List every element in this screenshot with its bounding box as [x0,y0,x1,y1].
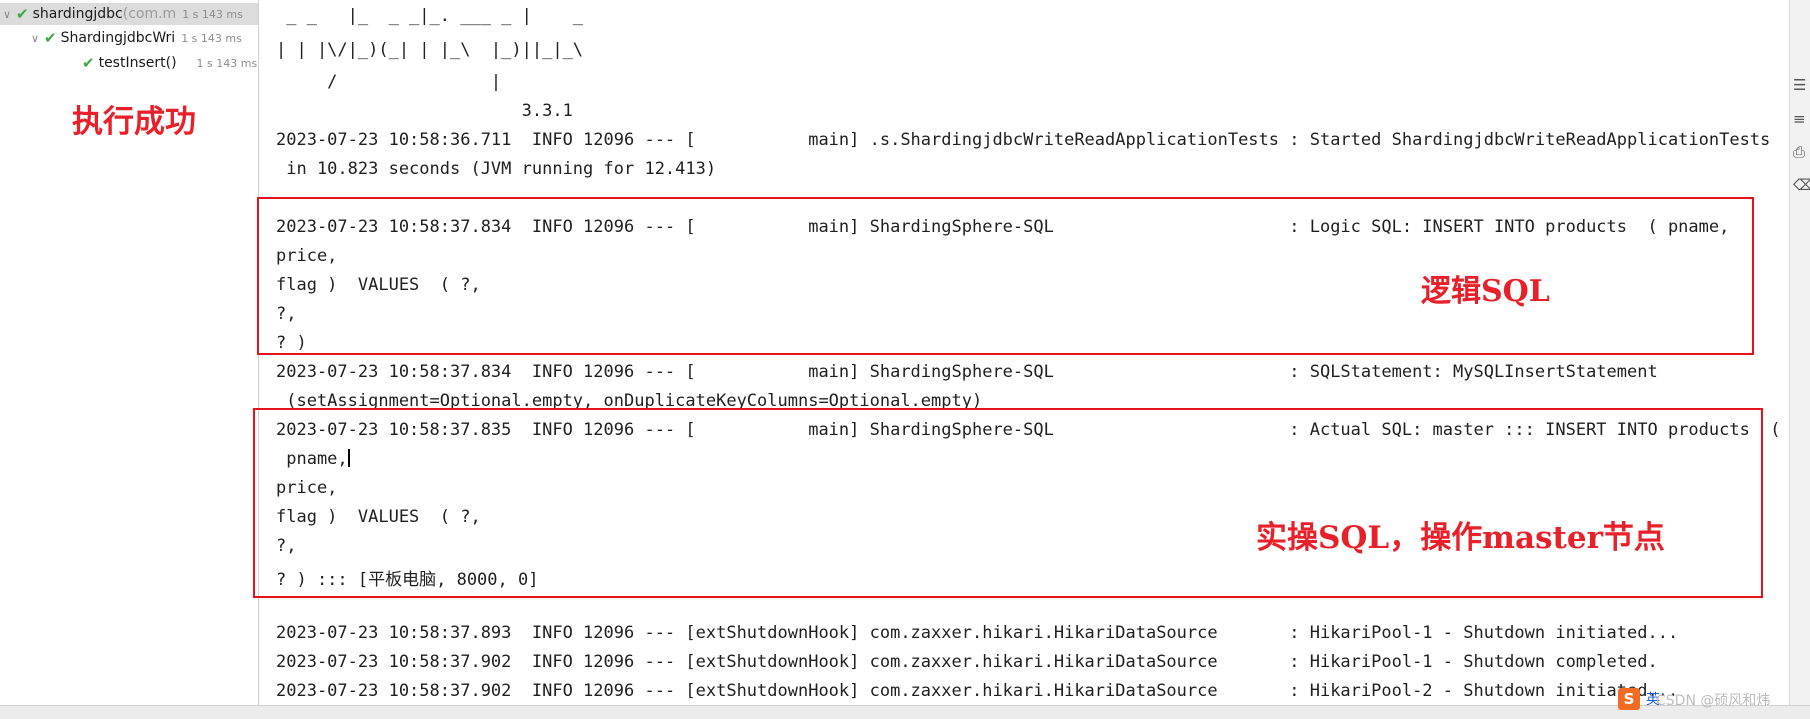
scroll-to-end-icon[interactable]: ≡ [1793,110,1806,128]
tree-item-duration: 1 s 143 ms [182,7,243,21]
console-line: _ _ |_ _ _|_. ___ _ | _ [276,6,584,26]
tree-item-class[interactable]: ∨ ✔ ShardingjdbcWri 1 s 143 ms [28,27,242,49]
console-line: 2023-07-23 10:58:37.902 INFO 12096 --- [… [276,681,1679,701]
console-line: 2023-07-23 10:58:37.893 INFO 12096 --- [… [276,623,1679,643]
tree-item-label: shardingjdbc [32,6,123,22]
tree-item-package: (com.m [122,6,177,22]
annotation-success: 执行成功 [72,104,196,140]
print-icon[interactable]: ⎙ [1793,143,1805,161]
highlight-box-actual-sql [253,408,1763,598]
console-line: | | |\/|_)(_| | |_\ |_)||_|_\ [276,40,584,60]
tree-item-method[interactable]: ✔ testInsert() 1 s 143 ms [80,52,257,74]
status-bar [0,705,1810,719]
check-icon: ✔ [82,54,95,72]
check-icon: ✔ [44,29,57,47]
tree-item-duration: 1 s 143 ms [196,56,258,70]
watermark: CSDN @硕风和炜 [1656,693,1771,709]
console-line: / | [276,72,502,92]
test-results-panel: ∨ ✔ shardingjdbc (com.m 1 s 143 ms ∨ ✔ S… [0,0,259,718]
check-icon: ✔ [16,5,29,23]
console-line: 2023-07-23 10:58:36.711 INFO 12096 --- [… [276,130,1771,150]
annotation-actual-sql: 实操SQL，操作master节点 [1256,520,1665,556]
tree-item-label: testInsert() [98,55,177,71]
tree-item-duration: 1 s 143 ms [181,31,242,45]
tree-item-root[interactable]: ∨ ✔ shardingjdbc (com.m 1 s 143 ms [0,3,258,25]
wrap-icon[interactable]: ☰ [1793,76,1806,94]
delete-icon[interactable]: ⌫ [1793,176,1810,194]
right-toolbar: ☰ ≡ ⎙ ⌫ [1789,0,1810,718]
console-line: 2023-07-23 10:58:37.834 INFO 12096 --- [… [276,362,1658,382]
tree-item-label: ShardingjdbcWri [60,30,176,46]
console-line: in 10.823 seconds (JVM running for 12.41… [276,159,717,179]
sogou-logo-icon: S [1618,688,1640,710]
console-line: 3.3.1 [276,101,573,121]
chevron-down-icon[interactable]: ∨ [0,8,14,21]
console-line: 2023-07-23 10:58:37.902 INFO 12096 --- [… [276,652,1658,672]
chevron-down-icon[interactable]: ∨ [28,32,42,45]
annotation-logic-sql: 逻辑SQL [1421,274,1550,309]
ime-indicator[interactable]: S 英 [1618,688,1660,710]
